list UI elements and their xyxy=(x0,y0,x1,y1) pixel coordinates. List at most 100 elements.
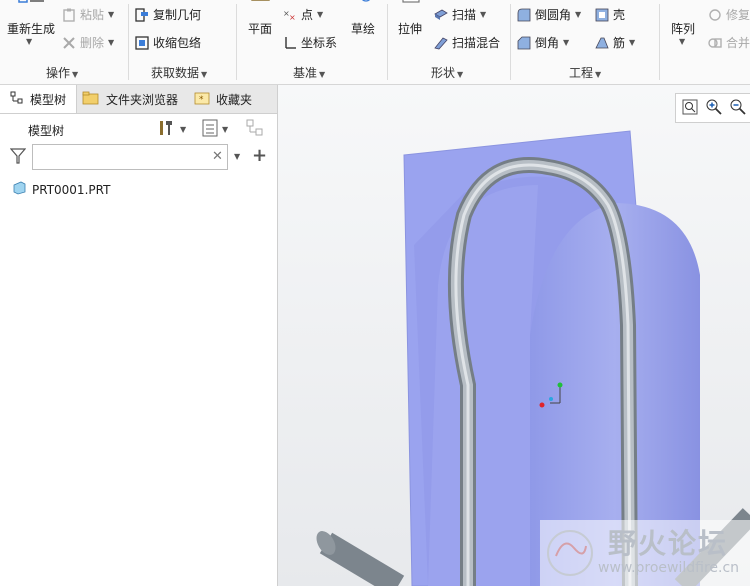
shapes-group: 拉伸 扫描 ▼ 扫描混合 形状 ▼ xyxy=(388,0,510,84)
point-button[interactable]: × × 点 ▼ xyxy=(283,6,323,23)
get-data-group-label[interactable]: 获取数据 ▼ xyxy=(151,64,207,81)
chamfer-icon xyxy=(517,36,531,50)
sketch-button[interactable]: 草绘 xyxy=(345,0,381,56)
watermark-text: 野火论坛 xyxy=(608,527,729,560)
chevron-down-icon: ▼ xyxy=(679,37,686,46)
engineering-group-label[interactable]: 工程 ▼ xyxy=(569,64,601,81)
clear-icon[interactable]: ✕ xyxy=(212,149,223,164)
chevron-down-icon: ▼ xyxy=(72,70,79,79)
chevron-down-icon: ▼ xyxy=(629,38,636,47)
watermark-logo xyxy=(544,526,596,583)
zoom-in-icon[interactable] xyxy=(706,99,722,118)
regenerate-label: 重新生成 xyxy=(6,22,55,36)
rib-button[interactable]: 筋 ▼ xyxy=(595,34,635,51)
operations-group-label[interactable]: 操作 ▼ xyxy=(46,64,78,81)
shapes-group-label[interactable]: 形状 ▼ xyxy=(431,64,463,81)
extrude-button[interactable]: 拉伸 xyxy=(394,0,426,56)
watermark: 野火论坛 www.proewildfire.cn xyxy=(540,520,750,586)
modify-button[interactable]: 修复 xyxy=(708,6,750,23)
shrinkwrap-button[interactable]: 收缩包络 xyxy=(135,34,201,51)
modify-icon xyxy=(708,8,722,22)
editing-group: 阵列 ▼ 修复 合并 xyxy=(660,0,750,84)
datum-group-label[interactable]: 基准 ▼ xyxy=(293,64,325,81)
view-toolbar xyxy=(675,93,750,123)
sweep-icon xyxy=(434,8,448,22)
plane-label: 平面 xyxy=(247,22,272,36)
tab-favorites[interactable]: * 收藏夹 xyxy=(194,85,274,113)
get-data-label-text: 获取数据 xyxy=(151,66,200,80)
shell-icon xyxy=(595,8,609,22)
regenerate-icon xyxy=(18,0,44,8)
paste-button[interactable]: 粘贴 ▼ xyxy=(62,6,114,23)
merge-label: 合并 xyxy=(726,36,750,50)
search-dropdown-icon[interactable]: ▼ xyxy=(234,152,240,161)
search-input[interactable] xyxy=(32,144,228,170)
tab-folder-browser-label: 文件夹浏览器 xyxy=(106,92,179,107)
modify-label: 修复 xyxy=(726,8,750,22)
round-label: 倒圆角 xyxy=(535,8,572,22)
engineering-group: 倒圆角 ▼ 倒角 ▼ 壳 筋 ▼ 工程 ▼ xyxy=(511,0,659,84)
list-icon xyxy=(202,119,218,140)
tree-item-part[interactable]: PRT0001.PRT xyxy=(12,181,110,198)
svg-text:×: × xyxy=(289,13,296,22)
navigator-panel: 模型树 文件夹浏览器 * 收藏夹 模型树 ▼ ▼ ✕ ▼ + PRT0001.P… xyxy=(0,85,278,586)
sweep-label: 扫描 xyxy=(452,8,477,22)
merge-icon xyxy=(708,36,722,50)
model-view[interactable] xyxy=(278,85,750,586)
graphics-viewport[interactable]: 野火论坛 www.proewildfire.cn xyxy=(278,85,750,586)
tree-show-button[interactable]: ▼ xyxy=(202,119,228,139)
shell-label: 壳 xyxy=(613,8,626,22)
shapes-label-text: 形状 xyxy=(431,66,456,80)
swept-blend-icon xyxy=(434,36,448,50)
tab-folder-browser[interactable]: 文件夹浏览器 xyxy=(82,85,186,113)
point-icon: × × xyxy=(283,8,297,22)
rib-label: 筋 xyxy=(613,36,626,50)
round-button[interactable]: 倒圆角 ▼ xyxy=(517,6,581,23)
swept-blend-button[interactable]: 扫描混合 xyxy=(434,34,500,51)
plane-button[interactable]: 平面 xyxy=(243,0,277,56)
tab-model-tree[interactable]: 模型树 xyxy=(0,85,77,113)
part-icon xyxy=(12,181,26,198)
tree-header: 模型树 xyxy=(28,124,65,138)
chamfer-button[interactable]: 倒角 ▼ xyxy=(517,34,569,51)
navigator-tabs: 模型树 文件夹浏览器 * 收藏夹 xyxy=(0,85,277,114)
filter-icon[interactable] xyxy=(9,148,27,167)
bottom-tube-left xyxy=(316,531,405,586)
tree-settings-button[interactable]: ▼ xyxy=(158,119,186,139)
pattern-label: 阵列 xyxy=(670,22,695,36)
chamfer-label: 倒角 xyxy=(535,36,560,50)
chevron-down-icon: ▼ xyxy=(26,37,33,46)
merge-button[interactable]: 合并 xyxy=(708,34,750,51)
tree-filter-toggle[interactable] xyxy=(246,119,266,139)
chevron-down-icon: ▼ xyxy=(595,70,602,79)
zoom-out-icon[interactable] xyxy=(730,99,746,118)
favorites-icon: * xyxy=(194,91,210,108)
delete-button[interactable]: 删除 ▼ xyxy=(62,34,114,51)
extrude-label: 拉伸 xyxy=(397,22,422,36)
pattern-button[interactable]: 阵列 ▼ xyxy=(666,0,700,56)
copy-geometry-icon xyxy=(135,7,149,22)
shell-button[interactable]: 壳 xyxy=(595,6,625,23)
round-icon xyxy=(517,8,531,22)
add-icon[interactable]: + xyxy=(252,145,267,166)
chevron-down-icon: ▼ xyxy=(457,70,464,79)
copy-geometry-label: 复制几何 xyxy=(153,8,202,22)
extrude-icon xyxy=(402,0,420,9)
rib-icon xyxy=(595,36,609,50)
chevron-down-icon: ▼ xyxy=(108,38,115,47)
sweep-button[interactable]: 扫描 ▼ xyxy=(434,6,486,23)
chevron-down-icon: ▼ xyxy=(480,10,487,19)
zoom-fit-icon[interactable] xyxy=(682,99,698,118)
regenerate-button[interactable]: 重新生成 ▼ xyxy=(4,0,58,56)
coord-sys-button[interactable]: 坐标系 xyxy=(283,34,337,51)
chevron-down-icon: ▼ xyxy=(222,124,229,134)
chevron-down-icon: ▼ xyxy=(563,38,570,47)
coordinate-system-icon xyxy=(283,36,297,50)
chevron-down-icon: ▼ xyxy=(575,10,582,19)
watermark-url: www.proewildfire.cn xyxy=(598,560,740,576)
copy-geometry-button[interactable]: 复制几何 xyxy=(135,6,201,23)
operations-label-text: 操作 xyxy=(46,66,71,80)
chevron-down-icon: ▼ xyxy=(180,124,187,134)
get-data-group: 复制几何 收缩包络 获取数据 ▼ xyxy=(129,0,236,84)
tools-icon xyxy=(158,119,176,140)
